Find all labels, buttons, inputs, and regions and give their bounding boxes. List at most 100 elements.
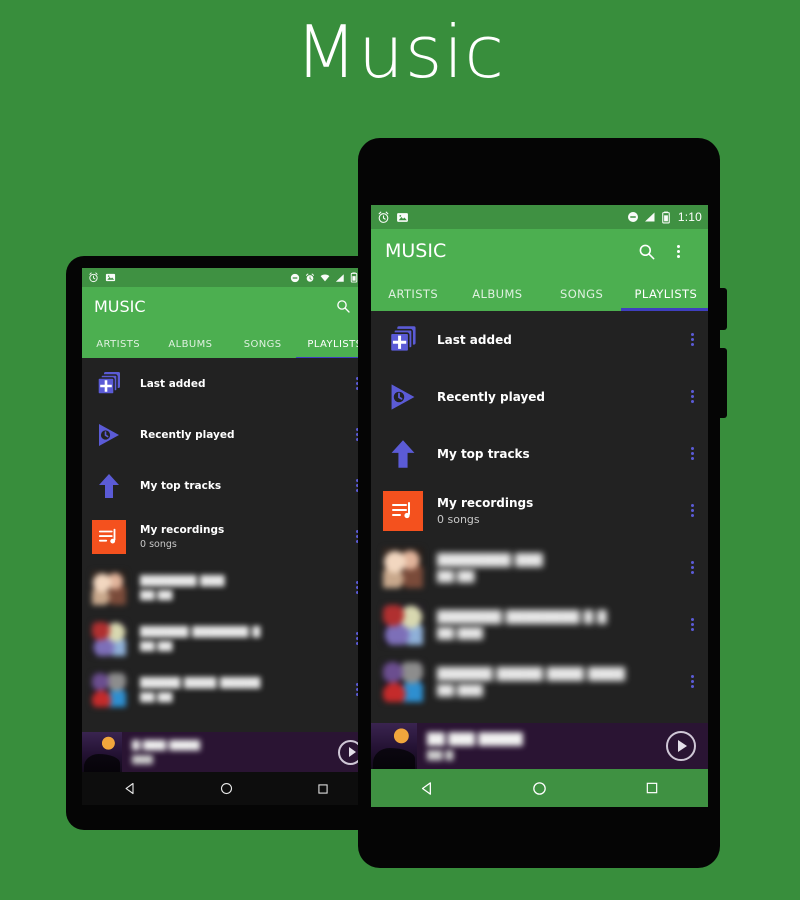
tab-label: PLAYLISTS [307,339,363,350]
play-clock-icon [383,377,423,417]
screenshot-canvas: Music MUSIC ARTISTS ALBUMS SONGS PLAYLIS… [0,0,800,900]
tab-playlists-front[interactable]: PLAYLISTS [620,287,708,311]
list-item-back-6[interactable]: ██████ ███████ █ ██ ██ [82,613,371,664]
tab-label: PLAYLISTS [634,287,698,301]
tab-bar-front: ARTISTS ALBUMS SONGS PLAYLISTS [371,273,708,311]
image-icon [397,212,408,222]
search-button-front[interactable] [630,235,662,267]
home-nav-button[interactable] [531,780,548,797]
tab-albums-back[interactable]: ALBUMS [154,339,226,358]
back-nav-button[interactable] [419,780,436,797]
back-nav-icon [125,782,134,795]
play-button[interactable] [666,731,696,761]
recents-nav-icon [646,782,658,794]
alarm-clock-icon [378,211,389,223]
recents-nav-button[interactable] [644,780,660,796]
home-nav-button[interactable] [219,781,234,796]
overflow-menu-icon[interactable] [691,561,694,574]
status-bar-back [82,268,371,287]
list-item-texts: My top tracks [126,480,356,492]
battery-icon [350,272,358,283]
list-item-texts: ████████ ███ ██ ██ [423,553,691,583]
tab-label: ALBUMS [168,339,213,350]
app-toolbar-front: MUSIC [371,229,708,273]
tab-songs-back[interactable]: SONGS [227,339,299,358]
status-bar-front: 1:10 [371,205,708,229]
list-item-subtitle: ██ ███ [437,626,483,640]
list-item-recently-played-front[interactable]: Recently played [371,368,708,425]
list-item-title: ██████ ███████ █ [140,625,261,638]
overflow-menu-icon[interactable] [691,675,694,688]
list-item-title: ███████ ███ [140,574,225,587]
playlist-list-back: Last added Recently played My top tracks… [82,358,371,715]
list-item-title: Last added [437,332,512,347]
overflow-menu-icon[interactable] [691,390,694,403]
page-title: Music [295,10,505,94]
list-item-subtitle: ██ ██ [140,589,173,601]
list-item-my-recordings-front[interactable]: My recordings 0 songs [371,482,708,539]
list-item-subtitle: 0 songs [140,538,177,550]
album-art-thumbnail [383,547,423,588]
tab-label: ARTISTS [388,287,439,301]
list-item-title: ████████ ███ [437,552,543,567]
back-nav-icon [421,781,431,795]
list-item-texts: ███████ ████████ █ █ ██ ███ [423,610,691,640]
stacked-playlist-add-icon [383,320,423,360]
list-item-title: My top tracks [140,479,222,492]
play-triangle-icon [348,747,356,757]
status-clock-front: 1:10 [677,210,702,224]
now-playing-album-art [371,723,417,769]
list-item-my-top-tracks-front[interactable]: My top tracks [371,425,708,482]
home-nav-icon [221,782,233,795]
back-nav-button[interactable] [123,781,138,796]
tab-bar-back: ARTISTS ALBUMS SONGS PLAYLISTS [82,325,371,360]
home-nav-icon [533,781,547,795]
now-playing-bar-back[interactable]: █ ███ ████ ███ [82,732,371,772]
now-playing-artist: ██ █ [427,749,454,761]
list-item-front-6[interactable]: ███████ ████████ █ █ ██ ███ [371,596,708,653]
signal-icon [644,212,655,222]
alarm-icon [305,273,315,282]
play-triangle-icon [678,740,687,752]
list-item-texts: Last added [126,378,356,390]
tab-artists-back[interactable]: ARTISTS [82,339,154,358]
toolbar-actions-back [327,290,359,322]
list-item-last-added-back[interactable]: Last added [82,358,371,409]
status-bar-left-icons-front [377,211,627,224]
list-item-subtitle: 0 songs [437,512,480,526]
android-nav-bar-back [82,772,371,805]
search-button-back[interactable] [327,290,359,322]
list-item-front-7[interactable]: ██████ █████ ████ ████ ██ ███ [371,653,708,710]
overflow-menu-icon[interactable] [691,447,694,460]
do-not-disturb-icon [290,273,300,282]
list-item-my-top-tracks-back[interactable]: My top tracks [82,460,371,511]
power-button[interactable] [720,288,727,330]
list-item-texts: Recently played [126,429,356,441]
status-bar-right-icons-front: 1:10 [627,210,702,224]
list-item-title: █████ ████ █████ [140,676,261,689]
list-item-recently-played-back[interactable]: Recently played [82,409,371,460]
list-item-back-5[interactable]: ███████ ███ ██ ██ [82,562,371,613]
list-item-front-5[interactable]: ████████ ███ ██ ██ [371,539,708,596]
list-item-my-recordings-back[interactable]: My recordings 0 songs [82,511,371,562]
list-item-back-7[interactable]: █████ ████ █████ ██ ██ [82,664,371,715]
overflow-menu-icon[interactable] [691,618,694,631]
app-title-back: MUSIC [94,296,146,316]
status-bar-right-icons-back [290,272,365,283]
list-item-title: Last added [140,377,206,390]
overflow-menu-icon[interactable] [691,333,694,346]
tab-albums-front[interactable]: ALBUMS [455,287,539,311]
list-item-texts: My top tracks [423,447,691,461]
list-item-texts: ██████ ███████ █ ██ ██ [126,626,356,652]
tab-songs-front[interactable]: SONGS [540,287,624,311]
volume-button[interactable] [720,348,727,418]
list-item-last-added-front[interactable]: Last added [371,311,708,368]
recents-nav-button[interactable] [316,782,330,796]
list-item-title: ██████ █████ ████ ████ [437,666,625,681]
tab-label: SONGS [243,339,282,350]
list-item-texts: █████ ████ █████ ██ ██ [126,677,356,703]
overflow-menu-icon[interactable] [691,504,694,517]
overflow-menu-button-front[interactable] [662,235,694,267]
tab-artists-front[interactable]: ARTISTS [371,287,455,311]
now-playing-bar-front[interactable]: ██ ███ █████ ██ █ [371,723,708,769]
